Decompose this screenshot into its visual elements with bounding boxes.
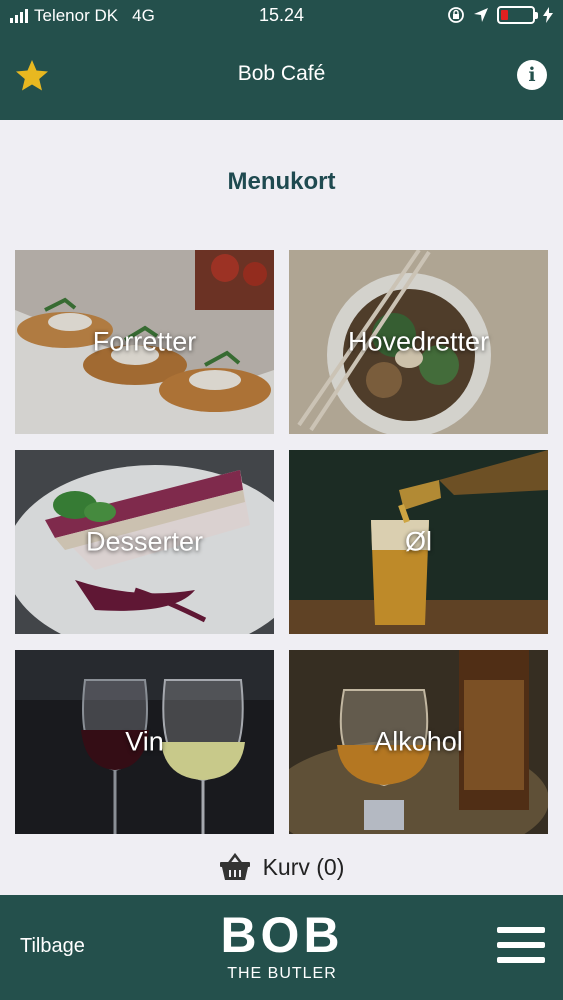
- location-icon: [474, 8, 488, 22]
- logo-subtitle: THE BUTLER: [227, 965, 337, 982]
- orientation-lock-icon: [448, 7, 464, 23]
- category-tile-forretter[interactable]: Forretter: [15, 250, 274, 434]
- category-label: Forretter: [92, 326, 197, 357]
- app-header: Bob Café i: [0, 32, 563, 120]
- bottom-bar: Tilbage BOB THE BUTLER: [0, 895, 563, 1000]
- battery-icon: [497, 6, 538, 24]
- charging-bolt-icon: [543, 7, 553, 23]
- basket-icon: [219, 853, 250, 880]
- category-label: Hovedretter: [347, 326, 490, 357]
- cart-label: Kurv (0): [262, 853, 345, 880]
- logo-text: BOB: [220, 907, 344, 963]
- category-tile-vin[interactable]: Vin: [15, 650, 274, 834]
- category-tile-ol[interactable]: Øl: [289, 450, 548, 634]
- category-label: Desserter: [85, 526, 204, 557]
- bob-logo: BOB THE BUTLER: [212, 907, 352, 987]
- hamburger-menu-icon[interactable]: [497, 927, 545, 967]
- category-tile-alkohol[interactable]: Alkohol: [289, 650, 548, 834]
- category-tile-hovedretter[interactable]: Hovedretter: [289, 250, 548, 434]
- back-button[interactable]: Tilbage: [20, 935, 85, 958]
- cart-button[interactable]: Kurv (0): [0, 853, 563, 881]
- page-title: Bob Café: [237, 62, 326, 85]
- status-right: [447, 6, 553, 24]
- category-tile-desserter[interactable]: Desserter: [15, 450, 274, 634]
- menu-heading: Menukort: [227, 168, 336, 195]
- category-label: Alkohol: [374, 726, 463, 757]
- status-bar: Telenor DK 4G 15.24: [0, 0, 563, 32]
- category-label: Vin: [125, 726, 164, 757]
- info-icon[interactable]: i: [517, 60, 547, 90]
- category-label: Øl: [405, 526, 432, 557]
